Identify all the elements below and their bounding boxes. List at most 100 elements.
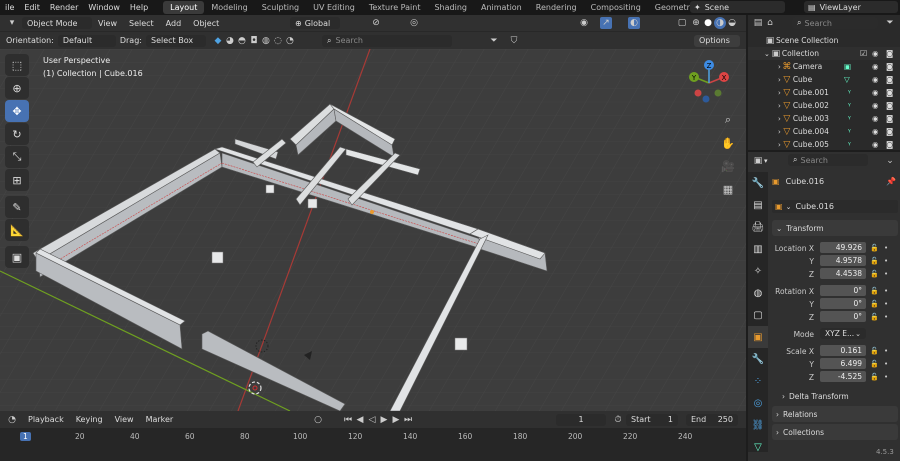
select-tool-icon[interactable]: ⬚ (5, 54, 29, 76)
keyframe-dot-icon[interactable]: • (884, 347, 888, 355)
particles-tab-icon[interactable]: ⁘ (748, 370, 768, 392)
location-x-field[interactable]: 49.926 (820, 242, 866, 253)
chevron-down-icon[interactable]: ⌄ (884, 155, 896, 167)
properties-editor-icon[interactable]: ▣ (752, 155, 764, 167)
add-cube-tool-icon[interactable]: ▣ (5, 246, 29, 268)
collections-panel-header[interactable]: › Collections (772, 424, 898, 440)
keyframe-dot-icon[interactable]: • (884, 313, 888, 321)
view-layer-selector[interactable]: ▤ ViewLayer (804, 1, 898, 13)
scale-z-field[interactable]: -4.525 (820, 371, 866, 382)
rotation-z-field[interactable]: 0° (820, 311, 866, 322)
empty-icon[interactable]: ◍ (260, 35, 272, 47)
frame-tick-1[interactable]: 1 (20, 432, 31, 441)
data-tab-icon[interactable]: ▽ (748, 436, 768, 458)
timeline-ruler[interactable]: 1 20 40 60 80 100 120 140 160 180 200 22… (0, 428, 746, 461)
outliner-item[interactable]: › ▽ Cube.004 ᵞ ◉ ◙ (748, 125, 900, 138)
camera-icon[interactable]: ◘ (248, 35, 260, 47)
checkbox-icon[interactable]: ☑ (860, 49, 867, 58)
drag-dropdown[interactable]: Select Box (145, 34, 206, 47)
pan-hand-icon[interactable]: ✋ (718, 133, 738, 153)
camera-restrict-icon[interactable]: ◙ (886, 62, 893, 71)
outliner-search-field[interactable]: ⌕ Search (792, 17, 878, 29)
options-dropdown[interactable]: Options (694, 34, 740, 47)
measure-tool-icon[interactable]: 📐 (5, 219, 29, 241)
object-name-field[interactable]: ▣ ⌄ Cube.016 (772, 200, 898, 213)
location-z-field[interactable]: 4.4538 (820, 268, 866, 279)
menu-playback[interactable]: Playback (22, 415, 70, 424)
next-key-icon[interactable]: ▶ (390, 414, 402, 426)
tool-tab-icon[interactable]: 🔧 (748, 172, 768, 194)
scale-y-field[interactable]: 6.499 (820, 358, 866, 369)
material-shading-icon[interactable]: ◑ (714, 17, 726, 29)
play-icon[interactable]: ▶ (378, 414, 390, 426)
perspective-grid-icon[interactable]: ▦ (718, 179, 738, 199)
clock-icon[interactable]: ⏱ (612, 414, 624, 426)
keyframe-dot-icon[interactable]: • (884, 270, 888, 278)
render-tab-icon[interactable]: ▤ (748, 194, 768, 216)
keyframe-dot-icon[interactable]: • (884, 244, 888, 252)
eye-icon[interactable]: ◉ (872, 127, 879, 136)
eye-icon[interactable]: ◉ (872, 62, 879, 71)
outliner-item[interactable]: › ▽ Cube.005 ᵞ ◉ ◙ (748, 138, 900, 151)
scene-tab-icon[interactable]: ✧ (748, 260, 768, 282)
keyframe-dot-icon[interactable]: • (884, 257, 888, 265)
camera-restrict-icon[interactable]: ◙ (886, 75, 893, 84)
mode-dropdown[interactable]: Object Mode (22, 17, 92, 29)
camera-restrict-icon[interactable]: ◙ (886, 127, 893, 136)
location-y-field[interactable]: 4.9578 (820, 255, 866, 266)
orientation-dropdown[interactable]: Default (57, 34, 116, 47)
scene-collection-row[interactable]: ▣ Scene Collection (748, 34, 900, 47)
viewport-scene[interactable] (0, 49, 746, 411)
editor-dropdown-icon[interactable]: ▾ (764, 157, 768, 165)
scene-selector[interactable]: ✦ Scene (690, 1, 785, 13)
jump-end-icon[interactable]: ⏭ (402, 414, 414, 426)
tab-animation[interactable]: Animation (474, 1, 529, 14)
menu-marker[interactable]: Marker (140, 415, 180, 424)
keyframe-dot-icon[interactable]: • (884, 373, 888, 381)
tab-compositing[interactable]: Compositing (584, 1, 648, 14)
start-frame-field[interactable]: Start 1 (626, 413, 678, 426)
physics-tab-icon[interactable]: ◎ (748, 392, 768, 414)
proportional-icon[interactable]: ◎ (408, 17, 420, 29)
rotation-y-field[interactable]: 0° (820, 298, 866, 309)
outliner-editor-icon[interactable]: ▤ (752, 17, 764, 29)
eye-icon[interactable]: ◉ (872, 114, 879, 123)
menu-add[interactable]: Add (160, 19, 188, 28)
scale-tool-icon[interactable]: ⤡ (5, 146, 29, 168)
menu-help[interactable]: Help (125, 3, 153, 12)
eye-icon[interactable]: ◉ (872, 75, 879, 84)
snap-icon[interactable]: ⊘ (370, 17, 382, 29)
lock-icon[interactable]: 🔓 (870, 347, 879, 355)
menu-keying[interactable]: Keying (70, 415, 109, 424)
outliner-item[interactable]: › ▽ Cube.003 ᵞ ◉ ◙ (748, 112, 900, 125)
cube-icon[interactable]: ◆ (212, 35, 224, 47)
lock-icon[interactable]: 🔓 (870, 257, 879, 265)
transform-orientation-dropdown[interactable]: ⊕ Global (290, 17, 340, 29)
tab-shading[interactable]: Shading (427, 1, 474, 14)
properties-search-field[interactable]: ⌕ Search (788, 154, 868, 166)
camera-restrict-icon[interactable]: ◙ (886, 49, 893, 58)
filter-icon[interactable]: ⏷ (488, 35, 500, 47)
rendered-shading-icon[interactable]: ◒ (726, 17, 738, 29)
tab-uv-editing[interactable]: UV Editing (306, 1, 362, 14)
xray-icon[interactable]: ▢ (676, 17, 688, 29)
transform-panel-header[interactable]: ⌄ Transform (772, 220, 898, 236)
object-tab-icon[interactable]: ▣ (748, 326, 768, 348)
lock-icon[interactable]: 🔓 (870, 270, 879, 278)
overlay-toggle-icon[interactable]: ◐ (628, 17, 640, 29)
light-icon[interactable]: ◓ (236, 35, 248, 47)
world-tab-icon[interactable]: ◍ (748, 282, 768, 304)
outliner-item[interactable]: › ▽ Cube.001 ᵞ ◉ ◙ (748, 86, 900, 99)
filter-icon[interactable]: ⏷ (884, 17, 896, 29)
outliner-item[interactable]: › ⌘ Camera ▣ ◉ ◙ (748, 60, 900, 73)
end-frame-field[interactable]: End 250 (686, 413, 738, 426)
camera-restrict-icon[interactable]: ◙ (886, 140, 893, 149)
move-tool-icon[interactable]: ✥ (5, 100, 29, 122)
tab-texture-paint[interactable]: Texture Paint (362, 1, 428, 14)
tab-rendering[interactable]: Rendering (529, 1, 584, 14)
navigation-gizmo[interactable]: Y X Z (684, 55, 734, 105)
curve-icon[interactable]: ◔ (284, 35, 296, 47)
eye-icon[interactable]: ◉ (872, 140, 879, 149)
play-reverse-icon[interactable]: ◁ (366, 414, 378, 426)
lock-icon[interactable]: 🔓 (870, 373, 879, 381)
